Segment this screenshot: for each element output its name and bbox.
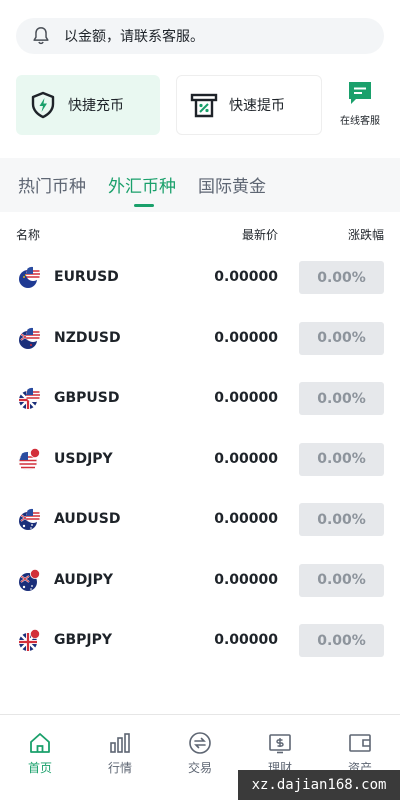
home-icon [30, 733, 50, 753]
tab-forex[interactable]: 外汇币种 [108, 172, 176, 197]
row-change-badge: 0.00% [299, 503, 384, 536]
nav-trade[interactable]: 交易 [170, 731, 230, 776]
row-price: 0.00000 [214, 571, 278, 588]
flag-aud-usd-icon [19, 508, 40, 530]
watermark: xz.dajian168.com [238, 770, 400, 800]
notice-bar[interactable]: 以金额，请联系客服。 [16, 18, 384, 54]
row-price: 0.00000 [214, 632, 278, 648]
forex-list: EURUSD 0.00000 0.00% NZDUSD 0.00000 0.00… [0, 247, 400, 671]
active-tab-indicator [134, 204, 154, 207]
row-change-badge: 0.00% [299, 261, 384, 294]
table-row[interactable]: USDJPY 0.00000 0.00% [0, 429, 400, 490]
row-change-badge: 0.00% [299, 442, 384, 476]
table-row[interactable]: AUDUSD 0.00000 0.00% [0, 489, 400, 550]
table-row[interactable]: AUDJPY 0.00000 0.00% [0, 550, 400, 611]
row-symbol: USDJPY [54, 450, 113, 467]
nav-home[interactable]: 首页 [10, 731, 70, 776]
wallet-icon [349, 734, 371, 752]
header-name: 名称 [16, 228, 41, 242]
header-change: 涨跌幅 [347, 228, 384, 242]
header-price: 最新价 [241, 228, 278, 242]
notice-text: 以金额，请联系客服。 [64, 29, 204, 45]
quick-recharge-label: 快捷充币 [68, 98, 124, 114]
market-tabs: 热门币种 外汇币种 国际黄金 [0, 158, 400, 212]
row-change-badge: 0.00% [299, 563, 384, 597]
tab-hot-coins[interactable]: 热门币种 [18, 172, 86, 197]
quick-withdraw-button[interactable]: 快速提币 [176, 75, 322, 135]
flag-aud-jpy-icon [19, 568, 40, 591]
row-symbol: AUDUSD [54, 511, 121, 527]
flag-eur-usd-icon [19, 266, 40, 288]
nav-trade-label: 交易 [187, 761, 212, 775]
row-price: 0.00000 [214, 511, 278, 527]
receipt-percent-icon [190, 93, 218, 118]
row-symbol: EURUSD [54, 269, 119, 285]
quick-recharge-button[interactable]: 快捷充币 [16, 75, 160, 135]
row-symbol: GBPUSD [54, 390, 120, 406]
table-row[interactable]: NZDUSD 0.00000 0.00% [0, 308, 400, 369]
table-row[interactable]: GBPJPY 0.00000 0.00% [0, 610, 400, 671]
exchange-icon [189, 732, 211, 754]
flag-nzd-usd-icon [19, 327, 40, 349]
nav-market[interactable]: 行情 [90, 731, 150, 776]
shield-bolt-icon [31, 91, 55, 119]
row-price: 0.00000 [214, 390, 278, 406]
table-header: 名称 最新价 涨跌幅 [16, 226, 384, 244]
row-symbol: AUDJPY [54, 571, 114, 588]
bell-icon [33, 27, 49, 45]
chat-bubble-icon [349, 82, 371, 104]
flag-gbp-usd-icon [19, 387, 40, 409]
row-change-badge: 0.00% [299, 624, 384, 657]
nav-home-label: 首页 [27, 761, 52, 775]
flag-usd-jpy-icon [18, 447, 40, 470]
chart-bars-icon [110, 733, 130, 753]
row-price: 0.00000 [214, 329, 278, 346]
row-change-badge: 0.00% [299, 382, 384, 415]
online-service-label: 在线客服 [340, 116, 380, 127]
table-row[interactable]: GBPUSD 0.00000 0.00% [0, 368, 400, 429]
row-price: 0.00000 [214, 269, 278, 285]
table-row[interactable]: EURUSD 0.00000 0.00% [0, 247, 400, 308]
tab-gold[interactable]: 国际黄金 [198, 172, 266, 197]
quick-withdraw-label: 快速提币 [229, 98, 285, 114]
nav-market-label: 行情 [107, 761, 132, 775]
row-symbol: NZDUSD [54, 329, 121, 346]
finance-icon [269, 734, 291, 754]
row-price: 0.00000 [214, 450, 278, 467]
online-service-button[interactable]: 在线客服 [332, 80, 388, 130]
row-symbol: GBPJPY [54, 632, 113, 648]
row-change-badge: 0.00% [299, 321, 384, 355]
flag-gbp-jpy-icon [19, 629, 40, 651]
